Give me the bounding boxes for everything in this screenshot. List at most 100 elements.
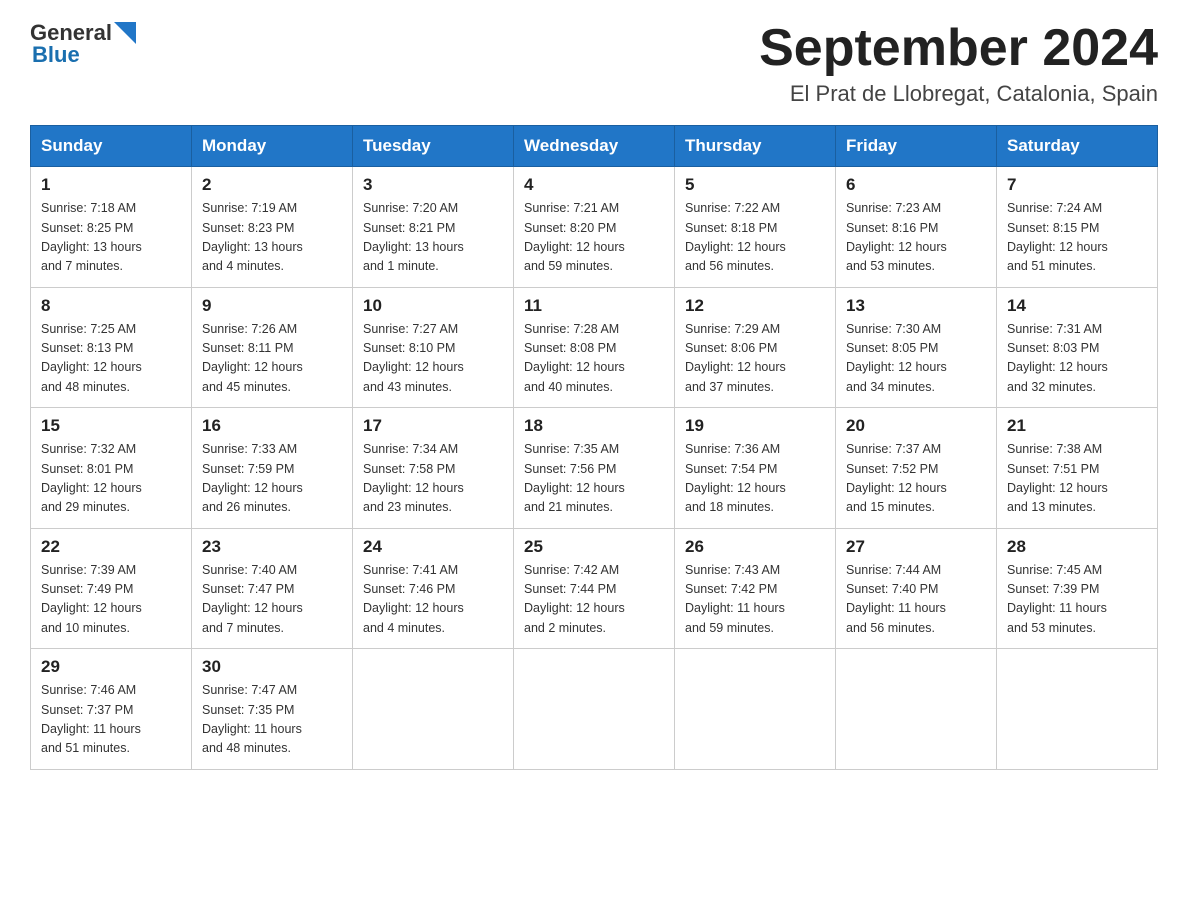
day-number: 1 bbox=[41, 175, 181, 195]
day-info: Sunrise: 7:38 AMSunset: 7:51 PMDaylight:… bbox=[1007, 440, 1147, 518]
day-number: 26 bbox=[685, 537, 825, 557]
day-info: Sunrise: 7:18 AMSunset: 8:25 PMDaylight:… bbox=[41, 199, 181, 277]
month-title: September 2024 bbox=[759, 20, 1158, 77]
calendar-table: SundayMondayTuesdayWednesdayThursdayFrid… bbox=[30, 125, 1158, 770]
day-number: 20 bbox=[846, 416, 986, 436]
day-info: Sunrise: 7:44 AMSunset: 7:40 PMDaylight:… bbox=[846, 561, 986, 639]
calendar-cell bbox=[353, 649, 514, 770]
day-number: 12 bbox=[685, 296, 825, 316]
day-number: 18 bbox=[524, 416, 664, 436]
col-header-monday: Monday bbox=[192, 126, 353, 167]
day-info: Sunrise: 7:40 AMSunset: 7:47 PMDaylight:… bbox=[202, 561, 342, 639]
calendar-cell: 30 Sunrise: 7:47 AMSunset: 7:35 PMDayligh… bbox=[192, 649, 353, 770]
week-row-2: 8Sunrise: 7:25 AMSunset: 8:13 PMDaylight… bbox=[31, 287, 1158, 408]
day-number: 19 bbox=[685, 416, 825, 436]
day-number: 30 bbox=[202, 657, 342, 677]
day-number: 6 bbox=[846, 175, 986, 195]
day-info: Sunrise: 7:30 AMSunset: 8:05 PMDaylight:… bbox=[846, 320, 986, 398]
day-info: Sunrise: 7:21 AMSunset: 8:20 PMDaylight:… bbox=[524, 199, 664, 277]
calendar-cell: 22 Sunrise: 7:39 AMSunset: 7:49 PMDayligh… bbox=[31, 528, 192, 649]
day-number: 23 bbox=[202, 537, 342, 557]
week-row-5: 29Sunrise: 7:46 AMSunset: 7:37 PMDayligh… bbox=[31, 649, 1158, 770]
calendar-cell: 16 Sunrise: 7:33 AMSunset: 7:59 PMDayligh… bbox=[192, 408, 353, 529]
day-info: Sunrise: 7:19 AMSunset: 8:23 PMDaylight:… bbox=[202, 199, 342, 277]
day-number: 25 bbox=[524, 537, 664, 557]
page-header: General Blue September 2024 El Prat de L… bbox=[30, 20, 1158, 107]
day-number: 24 bbox=[363, 537, 503, 557]
logo-triangle-icon bbox=[114, 22, 136, 44]
col-header-thursday: Thursday bbox=[675, 126, 836, 167]
day-number: 13 bbox=[846, 296, 986, 316]
day-number: 5 bbox=[685, 175, 825, 195]
day-info: Sunrise: 7:28 AMSunset: 8:08 PMDaylight:… bbox=[524, 320, 664, 398]
week-row-1: 1 Sunrise: 7:18 AMSunset: 8:25 PMDaylight… bbox=[31, 167, 1158, 288]
day-number: 17 bbox=[363, 416, 503, 436]
location-title: El Prat de Llobregat, Catalonia, Spain bbox=[759, 81, 1158, 107]
calendar-cell: 25 Sunrise: 7:42 AMSunset: 7:44 PMDayligh… bbox=[514, 528, 675, 649]
day-info: Sunrise: 7:47 AMSunset: 7:35 PMDaylight:… bbox=[202, 681, 342, 759]
calendar-cell: 14 Sunrise: 7:31 AMSunset: 8:03 PMDayligh… bbox=[997, 287, 1158, 408]
day-info: Sunrise: 7:37 AMSunset: 7:52 PMDaylight:… bbox=[846, 440, 986, 518]
calendar-cell bbox=[997, 649, 1158, 770]
day-info: Sunrise: 7:24 AMSunset: 8:15 PMDaylight:… bbox=[1007, 199, 1147, 277]
day-number: 10 bbox=[363, 296, 503, 316]
day-number: 11 bbox=[524, 296, 664, 316]
day-number: 16 bbox=[202, 416, 342, 436]
title-block: September 2024 El Prat de Llobregat, Cat… bbox=[759, 20, 1158, 107]
calendar-cell: 28Sunrise: 7:45 AMSunset: 7:39 PMDayligh… bbox=[997, 528, 1158, 649]
col-header-friday: Friday bbox=[836, 126, 997, 167]
calendar-cell: 5 Sunrise: 7:22 AMSunset: 8:18 PMDaylight… bbox=[675, 167, 836, 288]
day-number: 7 bbox=[1007, 175, 1147, 195]
day-number: 29 bbox=[41, 657, 181, 677]
day-number: 27 bbox=[846, 537, 986, 557]
day-info: Sunrise: 7:43 AMSunset: 7:42 PMDaylight:… bbox=[685, 561, 825, 639]
calendar-cell bbox=[836, 649, 997, 770]
day-info: Sunrise: 7:39 AMSunset: 7:49 PMDaylight:… bbox=[41, 561, 181, 639]
calendar-cell: 7 Sunrise: 7:24 AMSunset: 8:15 PMDaylight… bbox=[997, 167, 1158, 288]
calendar-cell bbox=[675, 649, 836, 770]
day-number: 14 bbox=[1007, 296, 1147, 316]
col-header-saturday: Saturday bbox=[997, 126, 1158, 167]
day-number: 4 bbox=[524, 175, 664, 195]
day-info: Sunrise: 7:36 AMSunset: 7:54 PMDaylight:… bbox=[685, 440, 825, 518]
day-info: Sunrise: 7:29 AMSunset: 8:06 PMDaylight:… bbox=[685, 320, 825, 398]
calendar-cell: 4 Sunrise: 7:21 AMSunset: 8:20 PMDaylight… bbox=[514, 167, 675, 288]
calendar-cell: 13 Sunrise: 7:30 AMSunset: 8:05 PMDayligh… bbox=[836, 287, 997, 408]
day-info: Sunrise: 7:33 AMSunset: 7:59 PMDaylight:… bbox=[202, 440, 342, 518]
day-number: 2 bbox=[202, 175, 342, 195]
day-number: 8 bbox=[41, 296, 181, 316]
calendar-cell: 26 Sunrise: 7:43 AMSunset: 7:42 PMDayligh… bbox=[675, 528, 836, 649]
day-info: Sunrise: 7:45 AMSunset: 7:39 PMDaylight:… bbox=[1007, 561, 1147, 639]
day-number: 22 bbox=[41, 537, 181, 557]
calendar-cell: 11 Sunrise: 7:28 AMSunset: 8:08 PMDayligh… bbox=[514, 287, 675, 408]
col-header-tuesday: Tuesday bbox=[353, 126, 514, 167]
col-header-sunday: Sunday bbox=[31, 126, 192, 167]
day-number: 9 bbox=[202, 296, 342, 316]
calendar-cell: 24 Sunrise: 7:41 AMSunset: 7:46 PMDayligh… bbox=[353, 528, 514, 649]
calendar-cell: 18 Sunrise: 7:35 AMSunset: 7:56 PMDayligh… bbox=[514, 408, 675, 529]
calendar-cell: 19 Sunrise: 7:36 AMSunset: 7:54 PMDayligh… bbox=[675, 408, 836, 529]
day-info: Sunrise: 7:42 AMSunset: 7:44 PMDaylight:… bbox=[524, 561, 664, 639]
calendar-cell: 21 Sunrise: 7:38 AMSunset: 7:51 PMDayligh… bbox=[997, 408, 1158, 529]
calendar-cell: 12 Sunrise: 7:29 AMSunset: 8:06 PMDayligh… bbox=[675, 287, 836, 408]
day-number: 21 bbox=[1007, 416, 1147, 436]
calendar-cell: 8Sunrise: 7:25 AMSunset: 8:13 PMDaylight… bbox=[31, 287, 192, 408]
col-header-wednesday: Wednesday bbox=[514, 126, 675, 167]
day-info: Sunrise: 7:31 AMSunset: 8:03 PMDaylight:… bbox=[1007, 320, 1147, 398]
day-info: Sunrise: 7:35 AMSunset: 7:56 PMDaylight:… bbox=[524, 440, 664, 518]
day-info: Sunrise: 7:22 AMSunset: 8:18 PMDaylight:… bbox=[685, 199, 825, 277]
calendar-cell: 20 Sunrise: 7:37 AMSunset: 7:52 PMDayligh… bbox=[836, 408, 997, 529]
calendar-cell: 10Sunrise: 7:27 AMSunset: 8:10 PMDayligh… bbox=[353, 287, 514, 408]
day-info: Sunrise: 7:23 AMSunset: 8:16 PMDaylight:… bbox=[846, 199, 986, 277]
day-number: 15 bbox=[41, 416, 181, 436]
calendar-cell: 6 Sunrise: 7:23 AMSunset: 8:16 PMDaylight… bbox=[836, 167, 997, 288]
day-info: Sunrise: 7:41 AMSunset: 7:46 PMDaylight:… bbox=[363, 561, 503, 639]
calendar-cell: 9Sunrise: 7:26 AMSunset: 8:11 PMDaylight… bbox=[192, 287, 353, 408]
calendar-cell: 23 Sunrise: 7:40 AMSunset: 7:47 PMDayligh… bbox=[192, 528, 353, 649]
calendar-cell: 2 Sunrise: 7:19 AMSunset: 8:23 PMDaylight… bbox=[192, 167, 353, 288]
header-row: SundayMondayTuesdayWednesdayThursdayFrid… bbox=[31, 126, 1158, 167]
calendar-cell: 17Sunrise: 7:34 AMSunset: 7:58 PMDayligh… bbox=[353, 408, 514, 529]
calendar-cell: 27 Sunrise: 7:44 AMSunset: 7:40 PMDayligh… bbox=[836, 528, 997, 649]
day-info: Sunrise: 7:32 AMSunset: 8:01 PMDaylight:… bbox=[41, 440, 181, 518]
week-row-3: 15 Sunrise: 7:32 AMSunset: 8:01 PMDayligh… bbox=[31, 408, 1158, 529]
